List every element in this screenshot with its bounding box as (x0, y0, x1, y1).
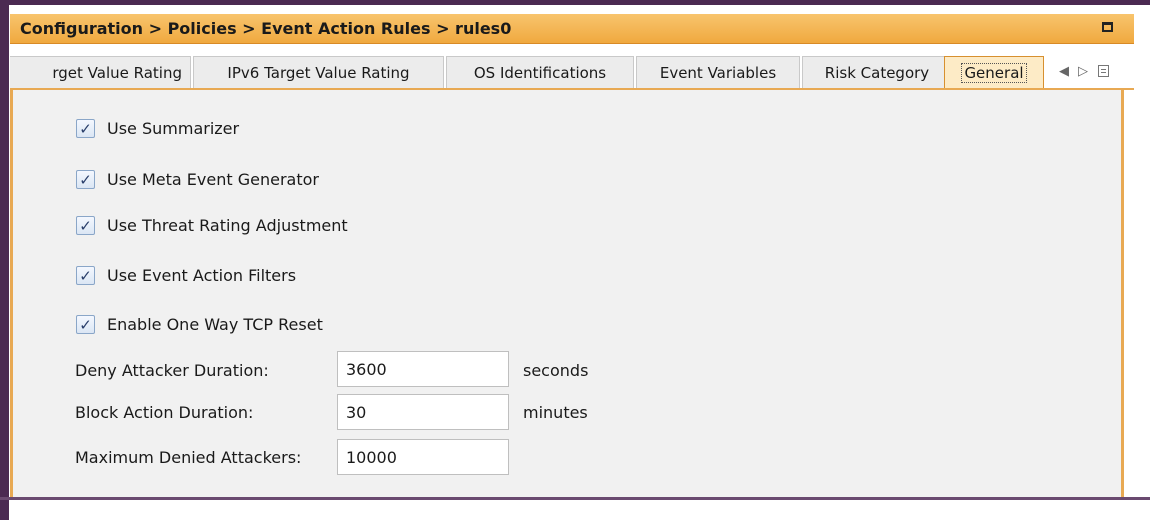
general-settings-panel: ✓ Use Summarizer ✓ Use Meta Event Genera… (10, 90, 1124, 497)
tab-event-variables[interactable]: Event Variables (636, 56, 800, 88)
tab-scroll-right-icon[interactable]: ▷ (1078, 64, 1088, 80)
maximum-denied-attackers-input[interactable] (337, 439, 509, 475)
checkbox-checked-icon[interactable]: ✓ (76, 216, 95, 235)
tab-label: IPv6 Target Value Rating (227, 64, 410, 82)
checkbox-label: Use Summarizer (107, 119, 240, 138)
checkbox-checked-icon[interactable]: ✓ (76, 266, 95, 285)
tab-ipv6-target-value-rating[interactable]: IPv6 Target Value Rating (193, 56, 444, 88)
breadcrumb: Configuration > Policies > Event Action … (20, 19, 512, 38)
checkbox-label: Use Meta Event Generator (107, 170, 319, 189)
tab-general[interactable]: General (944, 56, 1044, 88)
tab-list-icon[interactable] (1098, 65, 1109, 77)
tab-label: rget Value Rating (52, 64, 182, 82)
window-frame-bottom (0, 497, 1150, 500)
tab-os-identifications[interactable]: OS Identifications (446, 56, 634, 88)
title-bar: Configuration > Policies > Event Action … (10, 14, 1134, 44)
block-action-duration-label: Block Action Duration: (75, 403, 254, 422)
maximize-icon[interactable] (1102, 22, 1113, 32)
block-action-duration-input[interactable] (337, 394, 509, 430)
maximum-denied-attackers-label: Maximum Denied Attackers: (75, 448, 302, 467)
checkbox-checked-icon[interactable]: ✓ (76, 170, 95, 189)
window-frame-left (0, 0, 9, 520)
deny-attacker-duration-unit: seconds (523, 361, 589, 380)
tab-label: Event Variables (659, 64, 777, 82)
tab-bar: rget Value Rating IPv6 Target Value Rati… (10, 56, 1134, 90)
checkbox-label: Enable One Way TCP Reset (107, 315, 323, 334)
checkbox-label: Use Event Action Filters (107, 266, 297, 285)
tab-label: General (961, 63, 1027, 83)
deny-attacker-duration-input[interactable] (337, 351, 509, 387)
deny-attacker-duration-label: Deny Attacker Duration: (75, 361, 269, 380)
tab-label: OS Identifications (473, 64, 607, 82)
checkbox-label: Use Threat Rating Adjustment (107, 216, 348, 235)
tab-risk-category[interactable]: Risk Category (802, 56, 952, 88)
block-action-duration-unit: minutes (523, 403, 588, 422)
tab-scroll-left-icon[interactable]: ◀ (1059, 64, 1069, 80)
checkbox-checked-icon[interactable]: ✓ (76, 119, 95, 138)
window-frame-top (0, 0, 1150, 5)
tab-label: Risk Category (824, 64, 930, 82)
checkbox-checked-icon[interactable]: ✓ (76, 315, 95, 334)
tab-target-value-rating[interactable]: rget Value Rating (10, 56, 191, 88)
